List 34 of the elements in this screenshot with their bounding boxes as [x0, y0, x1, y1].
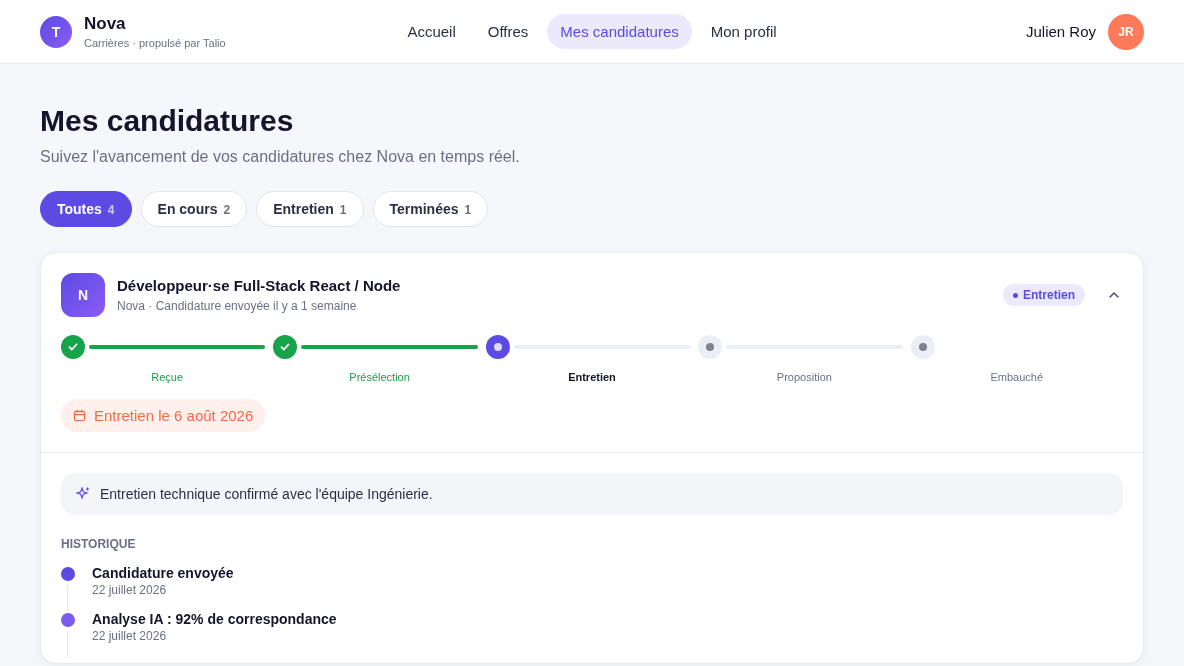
nav-link[interactable]: Accueil [394, 14, 469, 49]
nav-link[interactable]: Mes candidatures [547, 14, 692, 49]
history-title: Analyse IA : 92% de correspondance [92, 611, 337, 627]
calendar-icon [73, 409, 86, 422]
application-meta: Nova · Candidature envoyée il y a 1 semaine [117, 299, 358, 313]
user-name: Julien Roy [1025, 23, 1096, 40]
brand-name: Nova [84, 14, 127, 34]
step-label: Présélection [349, 371, 410, 383]
filter-tab[interactable]: En cours 2 [140, 191, 248, 227]
company-logo: N [61, 273, 105, 317]
step-label: Entretien [568, 371, 616, 383]
nav-link[interactable]: Mon profil [697, 14, 790, 49]
filter-tab[interactable]: Entretien 1 [256, 191, 364, 227]
note-text: Entretien technique confirmé avec l'équipe Ingénierie. [100, 486, 433, 502]
nav-link[interactable]: Offres [474, 14, 542, 49]
history-date: 22 juillet 2026 [92, 629, 168, 643]
page-title: Mes candidatures [40, 104, 295, 138]
page-subtitle: Suivez l'avancement de vos candidatures chez Nova en temps réel. [40, 148, 521, 166]
brand-tagline: Carrières · propulsé par Talio [84, 37, 226, 49]
check-icon [279, 341, 292, 353]
history-title: Candidature envoyée [92, 565, 234, 581]
status-badge: Entretien [1003, 284, 1085, 306]
filter-tab[interactable]: Terminées 1 [372, 191, 489, 227]
history-date: 22 juillet 2026 [92, 583, 168, 597]
filter-tab[interactable]: Toutes 4 [40, 191, 132, 227]
step-label: Proposition [776, 371, 832, 383]
step-label: Reçue [151, 371, 184, 383]
step-label: Embauché [990, 371, 1044, 383]
history-heading: HISTORIQUE [61, 537, 137, 551]
interview-date-badge: Entretien le 6 août 2026 [61, 399, 266, 432]
brand-logo: T [40, 15, 72, 48]
check-icon [67, 341, 79, 353]
sparkle-icon [75, 486, 91, 502]
job-title: Développeur·se Full-Stack React / Node [117, 277, 401, 294]
